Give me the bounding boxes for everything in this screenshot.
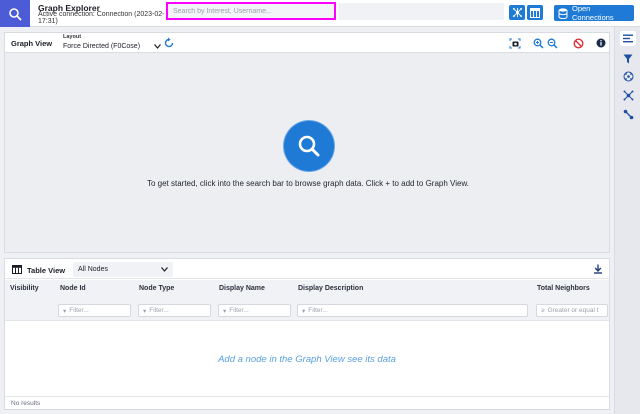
column-header-display-description[interactable]: Display Description	[298, 285, 363, 292]
filter-display-name[interactable]: ▾ Filter...	[218, 304, 291, 317]
greater-equal-icon: ≥	[541, 307, 545, 314]
table-header-row: Visibility Node Id Node Type Display Nam…	[5, 280, 609, 321]
table-view-toggle-icon	[530, 7, 540, 18]
table-toolbar: Table View All Nodes	[5, 259, 609, 279]
open-connections-button[interactable]: Open Connections	[554, 4, 634, 22]
connection-status: Active connection: Connection (2023-02-1…	[38, 11, 165, 18]
sidebar-item-filters[interactable]	[620, 51, 636, 66]
edge-styling-icon	[623, 109, 633, 120]
graph-toolbar: Graph View Layout Force Directed (F0Cose…	[5, 33, 609, 53]
sidebar-item-node-styling[interactable]	[620, 88, 636, 103]
clear-graph-icon	[572, 37, 584, 49]
chevron-down-icon	[154, 44, 161, 49]
column-header-node-id[interactable]: Node Id	[60, 285, 86, 292]
search-bar[interactable]	[166, 2, 336, 20]
empty-state-icon	[284, 121, 334, 171]
filter-placeholder: Filter...	[149, 307, 169, 314]
search-input[interactable]	[168, 4, 334, 18]
app-header: Graph Explorer Active connection: Connec…	[0, 0, 640, 27]
sidebar-item-expand[interactable]	[620, 69, 636, 84]
zoom-in-button[interactable]	[532, 37, 544, 49]
filter-icon: ▾	[223, 307, 227, 315]
filter-placeholder: Filter...	[308, 307, 328, 314]
nodes-select-value: All Nodes	[78, 266, 108, 273]
table-empty-message: Add a node in the Graph View see its dat…	[218, 354, 396, 365]
graph-view-toggle-icon	[512, 7, 522, 18]
screenshot-button[interactable]	[509, 37, 521, 49]
filter-display-description[interactable]: ▾ Filter...	[297, 304, 528, 317]
sidebar-item-details[interactable]	[620, 31, 636, 46]
clear-graph-button[interactable]	[572, 37, 584, 49]
layout-value: Force Directed (F0Cose)	[63, 43, 141, 50]
search-icon	[298, 135, 320, 157]
search-icon	[9, 7, 22, 20]
column-header-total-neighbors[interactable]: Total Neighbors	[537, 285, 590, 292]
layout-select[interactable]: Force Directed (F0Cose)	[63, 41, 161, 52]
chevron-down-icon	[161, 267, 168, 272]
filter-icon: ▾	[302, 307, 306, 315]
expand-icon	[623, 71, 633, 82]
table-view-title: Table View	[27, 266, 66, 275]
app-logo	[0, 0, 30, 27]
download-icon[interactable]	[593, 264, 603, 274]
filter-node-id[interactable]: ▾ Filter...	[58, 304, 131, 317]
info-button[interactable]	[595, 37, 607, 49]
layout-label: Layout	[63, 34, 82, 40]
table-icon	[12, 265, 22, 274]
filter-placeholder: Greater or equal t	[547, 307, 599, 314]
filter-placeholder: Filter...	[69, 307, 89, 314]
filter-node-type[interactable]: ▾ Filter...	[138, 304, 211, 317]
open-connections-label: Open Connections	[571, 4, 614, 22]
zoom-out-icon	[547, 38, 558, 49]
column-header-display-name[interactable]: Display Name	[219, 285, 265, 292]
zoom-out-button[interactable]	[546, 37, 558, 49]
connection-status-time: 17:31)	[38, 18, 58, 25]
screenshot-icon	[509, 38, 521, 48]
filter-total-neighbors[interactable]: ≥ Greater or equal t	[536, 304, 608, 317]
right-sidebar	[614, 27, 640, 414]
nodes-select[interactable]: All Nodes	[73, 262, 173, 277]
graph-view-toggle-button[interactable]	[509, 5, 525, 20]
info-icon	[596, 38, 606, 48]
refresh-layout-icon[interactable]	[163, 37, 175, 49]
filter-placeholder: Filter...	[229, 307, 249, 314]
graph-view-panel: Graph View Layout Force Directed (F0Cose…	[4, 32, 610, 253]
column-header-visibility[interactable]: Visibility	[10, 285, 39, 292]
column-header-node-type[interactable]: Node Type	[139, 285, 174, 292]
header-spacer	[338, 3, 504, 20]
zoom-in-icon	[533, 38, 544, 49]
filter-icon	[623, 54, 633, 63]
filter-icon: ▾	[143, 307, 147, 315]
graph-empty-message: To get started, click into the search ba…	[146, 179, 470, 188]
details-icon	[623, 34, 633, 43]
database-icon	[558, 7, 568, 19]
table-footer: No results	[5, 396, 609, 409]
graph-view-title: Graph View	[11, 39, 53, 48]
node-styling-icon	[623, 90, 633, 101]
filter-icon: ▾	[63, 307, 67, 315]
sidebar-item-edge-styling[interactable]	[620, 107, 636, 122]
table-view-panel: Table View All Nodes Visibility Node Id …	[4, 258, 610, 410]
table-view-toggle-button[interactable]	[527, 5, 543, 20]
